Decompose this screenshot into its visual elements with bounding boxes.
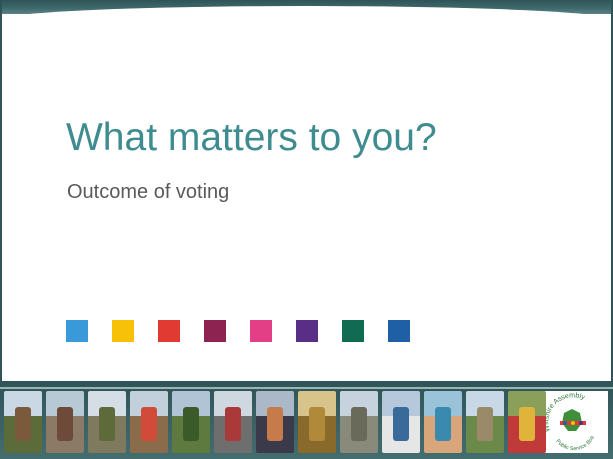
wiltshire-assembly-logo-icon: Wiltshire Assembly Public Service Board xyxy=(538,391,608,453)
autumn-park-photo xyxy=(298,391,336,453)
cyclists-photo xyxy=(172,391,210,453)
color-square xyxy=(388,320,410,342)
color-square xyxy=(204,320,226,342)
traffic-road-photo xyxy=(214,391,252,453)
church-tower-photo xyxy=(88,391,126,453)
color-square xyxy=(296,320,318,342)
color-square xyxy=(158,320,180,342)
color-square xyxy=(250,320,272,342)
left-border xyxy=(0,0,2,390)
countryside-photo xyxy=(466,391,504,453)
market-street-photo xyxy=(130,391,168,453)
slide-title: What matters to you? xyxy=(66,116,437,159)
swimmers-photo xyxy=(424,391,462,453)
slide: What matters to you? Outcome of voting W… xyxy=(0,0,613,459)
slide-subtitle: Outcome of voting xyxy=(67,181,230,203)
church-photo xyxy=(340,391,378,453)
bus-photo xyxy=(382,391,420,453)
vegetable-market-photo xyxy=(508,391,546,453)
village-street-photo xyxy=(4,391,42,453)
dancers-photo xyxy=(256,391,294,453)
top-band xyxy=(0,0,613,14)
color-square xyxy=(342,320,364,342)
street-view-photo xyxy=(46,391,84,453)
color-square xyxy=(112,320,134,342)
color-square xyxy=(66,320,88,342)
photo-strip: Wiltshire Assembly Public Service Board xyxy=(0,381,613,459)
